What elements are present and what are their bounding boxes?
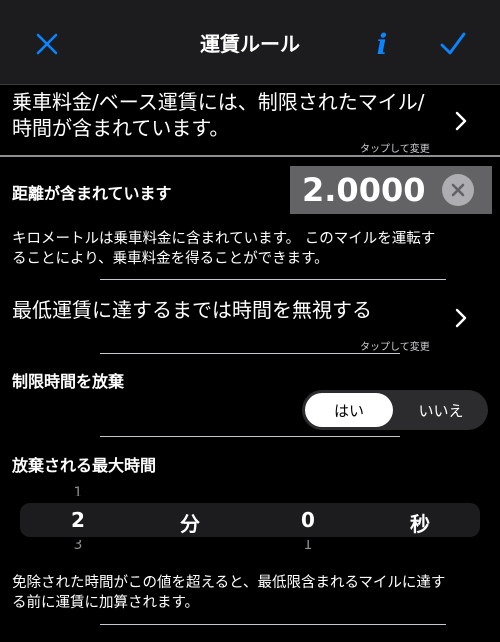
clear-button[interactable] [442, 174, 474, 206]
picker-minutes-next: 3 [73, 540, 83, 550]
distance-description-line2: ることにより、乗車料金を得ることができます。 [12, 251, 329, 267]
picker-seconds-unit: 秒 [410, 512, 430, 536]
picker-minutes-value[interactable]: 2 [60, 508, 96, 532]
divider [100, 353, 400, 354]
divider [100, 624, 446, 625]
done-button[interactable] [430, 24, 476, 64]
base-fare-rule-line2: 時間が含まれています。 [12, 116, 230, 140]
chevron-right-icon [452, 110, 470, 132]
tap-to-change-hint: タップして変更 [360, 342, 430, 353]
max-waived-time-label: 放棄される最大時間 [12, 456, 157, 475]
info-button[interactable]: i [362, 24, 402, 64]
picker-seconds-value[interactable]: 0 [290, 508, 326, 532]
distance-value: 2.0000 [302, 171, 426, 209]
picker-minutes-unit: 分 [180, 512, 200, 536]
picker-seconds-next: 1 [303, 540, 313, 550]
picker-minutes-prev: 1 [73, 485, 83, 496]
divider [100, 279, 446, 280]
segment-yes[interactable]: はい [305, 393, 393, 427]
chevron-right-icon [452, 307, 470, 329]
max-waived-time-description-line2: る前に運賃に加算されます。 [12, 595, 200, 611]
segment-no[interactable]: いいえ [396, 393, 486, 427]
max-waived-time-description-line1: 免除された時間がこの値を超えると、最低限含まれるマイルに達す [12, 575, 446, 591]
distance-description-line1: キロメートルは乗車料金に含まれています。 このマイルを運転す [12, 231, 436, 247]
info-icon: i [376, 27, 388, 61]
tap-to-change-hint: タップして変更 [360, 144, 430, 155]
clear-icon [451, 183, 465, 197]
page-title: 運賃ルール [200, 32, 300, 56]
waive-time-label: 制限時間を放棄 [12, 372, 125, 391]
checkmark-icon [440, 32, 466, 55]
divider [0, 155, 500, 157]
minimum-fare-rule-text: 最低運賃に達するまでは時間を無視する [12, 298, 372, 322]
distance-label: 距離が含まれています [12, 184, 172, 203]
divider [100, 436, 400, 437]
